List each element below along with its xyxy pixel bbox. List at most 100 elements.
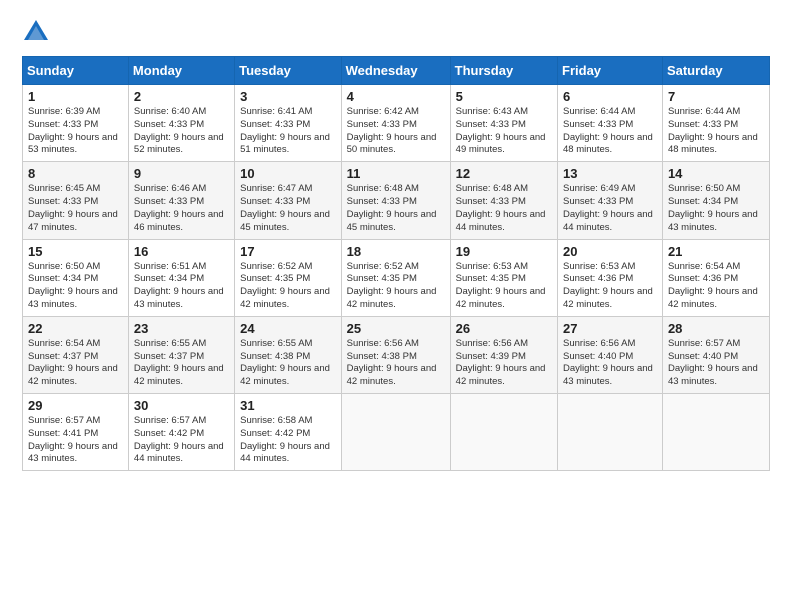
day-number: 16 xyxy=(134,244,229,259)
day-info: Sunrise: 6:57 AMSunset: 4:42 PMDaylight:… xyxy=(134,415,224,464)
day-cell: 11 Sunrise: 6:48 AMSunset: 4:33 PMDayligh… xyxy=(341,162,450,239)
day-number: 12 xyxy=(456,166,552,181)
day-info: Sunrise: 6:40 AMSunset: 4:33 PMDaylight:… xyxy=(134,106,224,155)
day-info: Sunrise: 6:46 AMSunset: 4:33 PMDaylight:… xyxy=(134,183,224,232)
day-cell: 4 Sunrise: 6:42 AMSunset: 4:33 PMDaylight… xyxy=(341,85,450,162)
day-info: Sunrise: 6:58 AMSunset: 4:42 PMDaylight:… xyxy=(240,415,330,464)
day-cell: 31 Sunrise: 6:58 AMSunset: 4:42 PMDayligh… xyxy=(235,394,342,471)
weekday-header-row: SundayMondayTuesdayWednesdayThursdayFrid… xyxy=(23,57,770,85)
week-row-4: 22Sunrise: 6:54 AMSunset: 4:37 PMDayligh… xyxy=(23,316,770,393)
week-row-5: 29Sunrise: 6:57 AMSunset: 4:41 PMDayligh… xyxy=(23,394,770,471)
day-cell: 17 Sunrise: 6:52 AMSunset: 4:35 PMDayligh… xyxy=(235,239,342,316)
day-info: Sunrise: 6:52 AMSunset: 4:35 PMDaylight:… xyxy=(240,261,330,310)
day-cell: 1 Sunrise: 6:39 AMSunset: 4:33 PMDaylight… xyxy=(23,85,129,162)
day-cell: 21 Sunrise: 6:54 AMSunset: 4:36 PMDayligh… xyxy=(662,239,769,316)
day-number: 26 xyxy=(456,321,552,336)
day-number: 17 xyxy=(240,244,336,259)
day-number: 1 xyxy=(28,89,123,104)
logo-icon xyxy=(22,18,50,46)
day-number: 29 xyxy=(28,398,123,413)
day-cell: 18 Sunrise: 6:52 AMSunset: 4:35 PMDayligh… xyxy=(341,239,450,316)
day-cell xyxy=(341,394,450,471)
day-info: Sunrise: 6:57 AMSunset: 4:40 PMDaylight:… xyxy=(668,338,758,387)
day-info: Sunrise: 6:49 AMSunset: 4:33 PMDaylight:… xyxy=(563,183,653,232)
week-row-2: 8Sunrise: 6:45 AMSunset: 4:33 PMDaylight… xyxy=(23,162,770,239)
day-info: Sunrise: 6:42 AMSunset: 4:33 PMDaylight:… xyxy=(347,106,437,155)
day-number: 5 xyxy=(456,89,552,104)
day-cell: 10 Sunrise: 6:47 AMSunset: 4:33 PMDayligh… xyxy=(235,162,342,239)
day-info: Sunrise: 6:53 AMSunset: 4:36 PMDaylight:… xyxy=(563,261,653,310)
weekday-header-friday: Friday xyxy=(558,57,663,85)
day-cell: 20 Sunrise: 6:53 AMSunset: 4:36 PMDayligh… xyxy=(558,239,663,316)
weekday-header-tuesday: Tuesday xyxy=(235,57,342,85)
logo xyxy=(22,18,54,46)
day-number: 23 xyxy=(134,321,229,336)
day-info: Sunrise: 6:43 AMSunset: 4:33 PMDaylight:… xyxy=(456,106,546,155)
day-info: Sunrise: 6:55 AMSunset: 4:38 PMDaylight:… xyxy=(240,338,330,387)
day-info: Sunrise: 6:50 AMSunset: 4:34 PMDaylight:… xyxy=(28,261,118,310)
day-number: 30 xyxy=(134,398,229,413)
day-number: 25 xyxy=(347,321,445,336)
day-cell: 6 Sunrise: 6:44 AMSunset: 4:33 PMDaylight… xyxy=(558,85,663,162)
day-cell xyxy=(558,394,663,471)
day-cell: 25 Sunrise: 6:56 AMSunset: 4:38 PMDayligh… xyxy=(341,316,450,393)
day-cell: 28 Sunrise: 6:57 AMSunset: 4:40 PMDayligh… xyxy=(662,316,769,393)
day-info: Sunrise: 6:56 AMSunset: 4:38 PMDaylight:… xyxy=(347,338,437,387)
day-info: Sunrise: 6:47 AMSunset: 4:33 PMDaylight:… xyxy=(240,183,330,232)
day-number: 18 xyxy=(347,244,445,259)
week-row-1: 1 Sunrise: 6:39 AMSunset: 4:33 PMDaylight… xyxy=(23,85,770,162)
day-info: Sunrise: 6:55 AMSunset: 4:37 PMDaylight:… xyxy=(134,338,224,387)
day-number: 2 xyxy=(134,89,229,104)
day-cell: 14Sunrise: 6:50 AMSunset: 4:34 PMDayligh… xyxy=(662,162,769,239)
day-info: Sunrise: 6:56 AMSunset: 4:39 PMDaylight:… xyxy=(456,338,546,387)
day-info: Sunrise: 6:53 AMSunset: 4:35 PMDaylight:… xyxy=(456,261,546,310)
day-number: 11 xyxy=(347,166,445,181)
day-number: 20 xyxy=(563,244,657,259)
day-cell: 12 Sunrise: 6:48 AMSunset: 4:33 PMDayligh… xyxy=(450,162,557,239)
day-cell: 27Sunrise: 6:56 AMSunset: 4:40 PMDayligh… xyxy=(558,316,663,393)
day-cell: 26 Sunrise: 6:56 AMSunset: 4:39 PMDayligh… xyxy=(450,316,557,393)
day-number: 21 xyxy=(668,244,764,259)
day-info: Sunrise: 6:45 AMSunset: 4:33 PMDaylight:… xyxy=(28,183,118,232)
day-number: 10 xyxy=(240,166,336,181)
day-info: Sunrise: 6:41 AMSunset: 4:33 PMDaylight:… xyxy=(240,106,330,155)
day-number: 3 xyxy=(240,89,336,104)
calendar-table: SundayMondayTuesdayWednesdayThursdayFrid… xyxy=(22,56,770,471)
week-row-3: 15 Sunrise: 6:50 AMSunset: 4:34 PMDayligh… xyxy=(23,239,770,316)
day-cell: 19 Sunrise: 6:53 AMSunset: 4:35 PMDayligh… xyxy=(450,239,557,316)
day-info: Sunrise: 6:51 AMSunset: 4:34 PMDaylight:… xyxy=(134,261,224,310)
day-cell: 22Sunrise: 6:54 AMSunset: 4:37 PMDayligh… xyxy=(23,316,129,393)
day-number: 19 xyxy=(456,244,552,259)
day-info: Sunrise: 6:48 AMSunset: 4:33 PMDaylight:… xyxy=(347,183,437,232)
day-info: Sunrise: 6:56 AMSunset: 4:40 PMDaylight:… xyxy=(563,338,653,387)
day-cell: 7 Sunrise: 6:44 AMSunset: 4:33 PMDaylight… xyxy=(662,85,769,162)
day-number: 6 xyxy=(563,89,657,104)
day-number: 7 xyxy=(668,89,764,104)
day-cell: 2 Sunrise: 6:40 AMSunset: 4:33 PMDaylight… xyxy=(128,85,234,162)
day-cell: 24 Sunrise: 6:55 AMSunset: 4:38 PMDayligh… xyxy=(235,316,342,393)
day-cell: 15 Sunrise: 6:50 AMSunset: 4:34 PMDayligh… xyxy=(23,239,129,316)
day-info: Sunrise: 6:44 AMSunset: 4:33 PMDaylight:… xyxy=(668,106,758,155)
day-number: 31 xyxy=(240,398,336,413)
day-cell: 5 Sunrise: 6:43 AMSunset: 4:33 PMDaylight… xyxy=(450,85,557,162)
day-info: Sunrise: 6:48 AMSunset: 4:33 PMDaylight:… xyxy=(456,183,546,232)
day-cell: 16 Sunrise: 6:51 AMSunset: 4:34 PMDayligh… xyxy=(128,239,234,316)
day-info: Sunrise: 6:44 AMSunset: 4:33 PMDaylight:… xyxy=(563,106,653,155)
day-cell: 29Sunrise: 6:57 AMSunset: 4:41 PMDayligh… xyxy=(23,394,129,471)
weekday-header-sunday: Sunday xyxy=(23,57,129,85)
day-cell: 30 Sunrise: 6:57 AMSunset: 4:42 PMDayligh… xyxy=(128,394,234,471)
day-cell: 23 Sunrise: 6:55 AMSunset: 4:37 PMDayligh… xyxy=(128,316,234,393)
day-info: Sunrise: 6:54 AMSunset: 4:37 PMDaylight:… xyxy=(28,338,118,387)
day-number: 4 xyxy=(347,89,445,104)
day-number: 28 xyxy=(668,321,764,336)
day-number: 9 xyxy=(134,166,229,181)
day-info: Sunrise: 6:39 AMSunset: 4:33 PMDaylight:… xyxy=(28,106,118,155)
day-info: Sunrise: 6:54 AMSunset: 4:36 PMDaylight:… xyxy=(668,261,758,310)
day-number: 24 xyxy=(240,321,336,336)
page-header xyxy=(22,18,770,46)
calendar-page: SundayMondayTuesdayWednesdayThursdayFrid… xyxy=(0,0,792,612)
day-info: Sunrise: 6:52 AMSunset: 4:35 PMDaylight:… xyxy=(347,261,437,310)
day-cell xyxy=(662,394,769,471)
weekday-header-thursday: Thursday xyxy=(450,57,557,85)
day-number: 15 xyxy=(28,244,123,259)
